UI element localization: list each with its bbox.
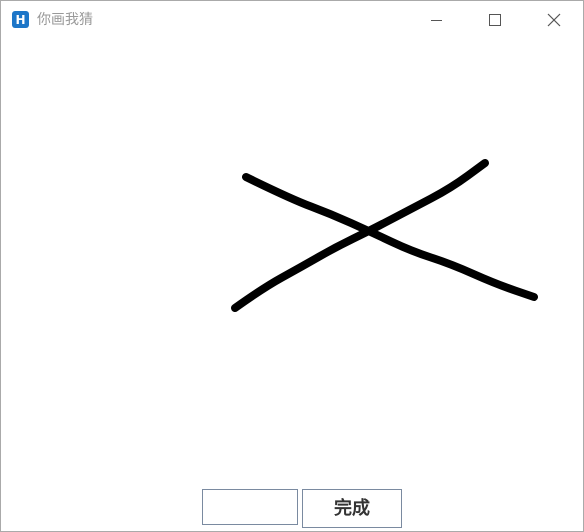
minimize-button[interactable]	[407, 1, 465, 39]
done-button[interactable]: 完成	[302, 489, 402, 528]
stroke-2	[231, 159, 489, 312]
app-icon: H	[12, 11, 29, 28]
stroke-1	[242, 173, 538, 301]
maximize-icon	[489, 14, 501, 26]
drawing-canvas[interactable]	[1, 39, 583, 479]
minimize-icon	[431, 20, 442, 21]
answer-input[interactable]	[202, 489, 298, 525]
close-icon	[547, 13, 561, 27]
app-window: H 你画我猜 完成	[0, 0, 584, 532]
maximize-button[interactable]	[465, 1, 523, 39]
close-button[interactable]	[524, 1, 582, 39]
window-title: 你画我猜	[37, 12, 93, 28]
app-icon-letter: H	[15, 13, 25, 27]
title-bar[interactable]: H 你画我猜	[1, 1, 583, 39]
